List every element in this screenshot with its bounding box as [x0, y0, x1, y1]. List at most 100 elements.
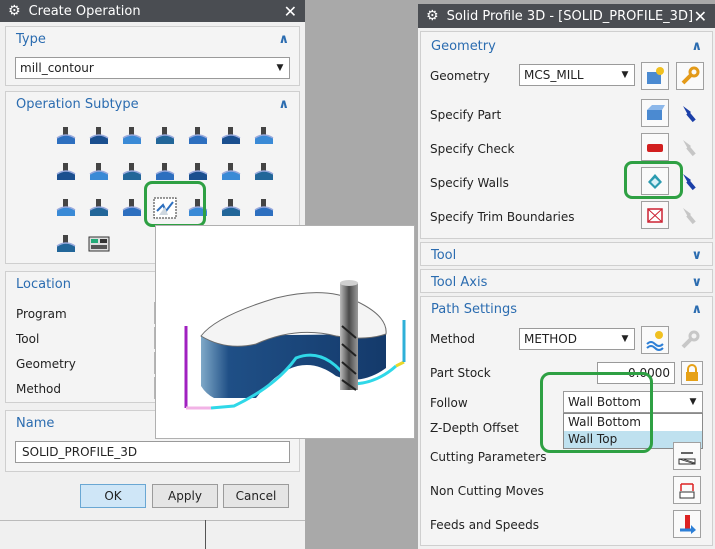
- location-tool-label: Tool: [16, 332, 40, 346]
- dialog-title: Create Operation: [28, 3, 141, 19]
- non-cutting-moves-label: Non Cutting Moves: [430, 484, 544, 498]
- type-select[interactable]: mill_contour ▼: [15, 57, 290, 79]
- geometry-field-label: Geometry: [430, 69, 490, 83]
- chevron-down-icon: ▼: [276, 63, 284, 73]
- operation-subtype-icon[interactable]: [52, 196, 80, 220]
- part-stock-label: Part Stock: [430, 366, 491, 380]
- specify-trim-button[interactable]: [641, 201, 669, 229]
- chevron-down-icon: ▼: [621, 334, 629, 344]
- display-check-button[interactable]: [676, 133, 704, 161]
- cutting-params-icon: [678, 452, 696, 465]
- display-trim-button[interactable]: [676, 201, 704, 229]
- operation-subtype-icon[interactable]: [52, 160, 80, 184]
- edit-geometry-button[interactable]: [676, 62, 704, 90]
- method-select[interactable]: METHOD ▼: [519, 328, 635, 350]
- apply-button-label: Apply: [168, 489, 202, 503]
- display-part-button[interactable]: [676, 99, 704, 127]
- background-strip: [0, 520, 305, 549]
- z-depth-label: Z-Depth Offset: [430, 421, 519, 435]
- selected-subtype-highlight: [144, 181, 206, 227]
- wrench-disabled-icon: [681, 330, 700, 349]
- location-method-label: Method: [16, 382, 62, 396]
- apply-button[interactable]: Apply: [152, 484, 218, 508]
- tool-axis-header-label: Tool Axis: [431, 274, 488, 290]
- wrench-icon: [681, 66, 700, 85]
- trim-boundary-icon: [647, 208, 663, 223]
- feeds-speeds-icon: [680, 515, 696, 534]
- type-header[interactable]: Type ∧: [6, 27, 299, 51]
- operation-subtype-icon[interactable]: [85, 124, 113, 148]
- geometry-header[interactable]: Geometry ∧: [421, 32, 712, 60]
- subtype-header[interactable]: Operation Subtype ∧: [6, 92, 299, 116]
- follow-dropdown-highlight: [540, 372, 653, 453]
- operation-subtype-icon[interactable]: [52, 232, 80, 256]
- cancel-button-label: Cancel: [235, 489, 277, 503]
- operation-subtype-icon[interactable]: [118, 196, 146, 220]
- operation-subtype-icon[interactable]: [118, 124, 146, 148]
- operation-subtype-icon[interactable]: [217, 124, 245, 148]
- feeds-speeds-label: Feeds and Speeds: [430, 518, 539, 532]
- gear-icon: ⚙: [8, 3, 21, 19]
- cutting-params-button[interactable]: [673, 442, 701, 470]
- non-cutting-moves-button[interactable]: [673, 476, 701, 504]
- tool-header-label: Tool: [431, 247, 457, 263]
- type-section: Type ∧ mill_contour ▼: [5, 26, 300, 86]
- tool-header[interactable]: Tool ∨: [421, 243, 712, 267]
- operation-subtype-icon[interactable]: [85, 160, 113, 184]
- path-settings-header[interactable]: Path Settings ∧: [421, 297, 712, 321]
- specify-trim-label: Specify Trim Boundaries: [430, 210, 575, 224]
- location-geometry-label: Geometry: [16, 357, 76, 371]
- ok-button[interactable]: OK: [80, 484, 146, 508]
- operation-subtype-icon[interactable]: [184, 124, 212, 148]
- specify-part-button[interactable]: [641, 99, 669, 127]
- geometry-new-icon: [647, 67, 664, 84]
- specify-walls-label: Specify Walls: [430, 176, 509, 190]
- name-input[interactable]: SOLID_PROFILE_3D: [15, 441, 290, 463]
- flashlight-icon: [683, 106, 696, 123]
- background-divider: [205, 520, 206, 549]
- operation-subtype-icon[interactable]: [217, 196, 245, 220]
- type-select-value: mill_contour: [20, 61, 94, 75]
- feeds-speeds-button[interactable]: [673, 510, 701, 538]
- chevron-down-icon: ∨: [691, 247, 702, 263]
- gear-icon: ⚙: [426, 8, 439, 24]
- operation-subtype-icon[interactable]: [85, 232, 113, 256]
- flashlight-disabled-icon: [683, 208, 696, 225]
- close-icon[interactable]: ✕: [694, 7, 707, 26]
- operation-subtype-icon[interactable]: [250, 160, 278, 184]
- chevron-down-icon: ▼: [621, 70, 629, 80]
- operation-subtype-icon[interactable]: [118, 160, 146, 184]
- follow-label: Follow: [430, 396, 468, 410]
- operation-subtype-icon[interactable]: [217, 160, 245, 184]
- part-stock-lock-button[interactable]: [681, 361, 703, 385]
- new-method-button[interactable]: [641, 326, 669, 354]
- lock-icon: [686, 364, 698, 381]
- solid-profile-preview-image: [184, 280, 406, 410]
- operation-subtype-icon[interactable]: [250, 196, 278, 220]
- edit-method-button[interactable]: [676, 326, 704, 354]
- operation-subtype-icon[interactable]: [151, 124, 179, 148]
- chevron-up-icon: ∧: [278, 31, 289, 47]
- chevron-up-icon: ∧: [278, 96, 289, 112]
- operation-subtype-icon[interactable]: [52, 124, 80, 148]
- ok-button-label: OK: [104, 489, 122, 503]
- close-icon[interactable]: ✕: [284, 2, 297, 21]
- specify-check-button[interactable]: [641, 133, 669, 161]
- operation-subtype-icon[interactable]: [250, 124, 278, 148]
- create-operation-titlebar: ⚙ Create Operation ✕: [0, 0, 305, 22]
- name-input-value: SOLID_PROFILE_3D: [22, 445, 138, 459]
- geometry-select[interactable]: MCS_MILL ▼: [519, 64, 635, 86]
- type-header-label: Type: [16, 31, 46, 47]
- subtype-preview-tooltip: [155, 225, 415, 439]
- check-geometry-icon: [647, 144, 663, 152]
- solid-profile-dialog: ⚙ Solid Profile 3D - [SOLID_PROFILE_3D] …: [418, 4, 715, 549]
- cancel-button[interactable]: Cancel: [223, 484, 289, 508]
- operation-subtype-icon[interactable]: [85, 196, 113, 220]
- solid-profile-titlebar: ⚙ Solid Profile 3D - [SOLID_PROFILE_3D] …: [418, 4, 715, 28]
- tool-section: Tool ∨: [420, 242, 713, 266]
- chevron-down-icon: ▼: [689, 397, 697, 407]
- tool-axis-section: Tool Axis ∨: [420, 269, 713, 293]
- method-new-icon: [646, 331, 664, 351]
- new-geometry-button[interactable]: [641, 62, 669, 90]
- tool-axis-header[interactable]: Tool Axis ∨: [421, 270, 712, 294]
